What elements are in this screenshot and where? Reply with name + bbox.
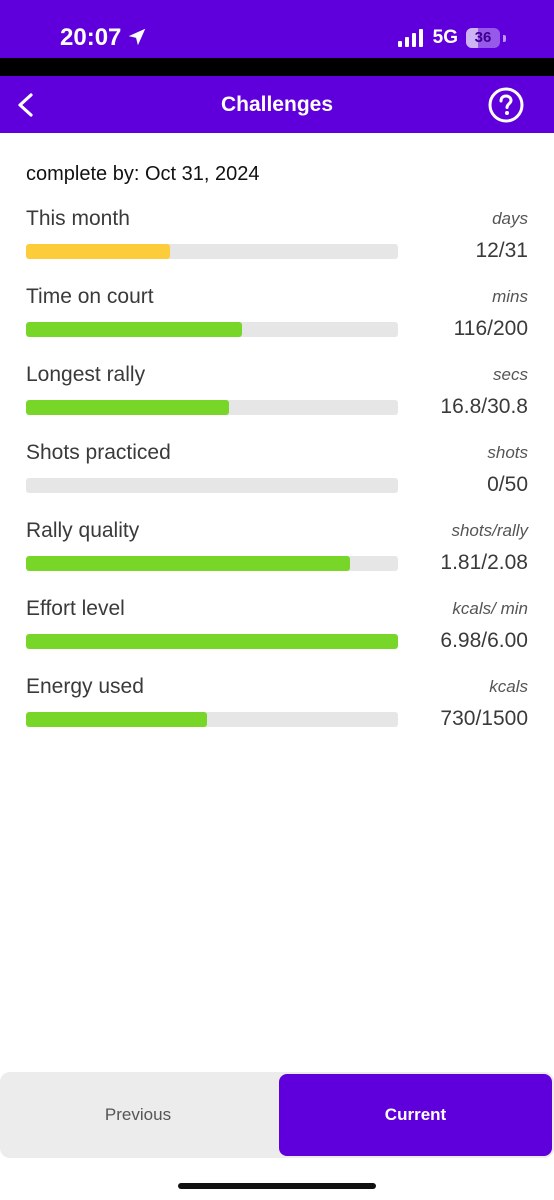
network-type: 5G: [432, 27, 458, 48]
metric-row: Longest rally secs 16.8/30.8: [26, 363, 528, 423]
metric-label: Shots practiced: [26, 441, 171, 464]
progress-fill: [26, 244, 170, 259]
metric-unit: shots: [487, 443, 528, 462]
metric-label: Energy used: [26, 675, 144, 698]
location-arrow-icon: [128, 28, 146, 46]
complete-by-date: complete by: Oct 31, 2024: [26, 163, 260, 185]
progress-fill: [26, 400, 229, 415]
metric-unit: kcals: [489, 677, 528, 696]
bottom-tab-bar: Previous Current: [0, 1072, 554, 1158]
tab-previous[interactable]: Previous: [0, 1072, 276, 1158]
metric-row: This month days 12/31: [26, 207, 528, 267]
progress-fill: [26, 712, 208, 727]
metric-row: Rally quality shots/rally 1.81/2.08: [26, 519, 528, 579]
metric-unit: days: [492, 209, 528, 228]
home-indicator: [178, 1183, 376, 1189]
header-divider: [0, 58, 554, 76]
metric-value: 6.98/6.00: [440, 629, 528, 652]
cellular-signal-icon: [397, 29, 423, 47]
metric-value: 730/1500: [440, 707, 528, 730]
progress-track: [26, 712, 398, 727]
battery-icon: 36: [466, 28, 500, 48]
metric-label: Rally quality: [26, 519, 140, 542]
metric-label: Time on court: [26, 285, 154, 308]
progress-track: [26, 556, 398, 571]
help-circle-icon[interactable]: [488, 87, 524, 123]
progress-fill: [26, 634, 398, 649]
metric-row: Effort level kcals/ min 6.98/6.00: [26, 597, 528, 657]
metric-value: 16.8/30.8: [440, 395, 528, 418]
metric-value: 12/31: [475, 239, 528, 262]
metric-value: 116/200: [453, 317, 528, 340]
metric-unit: secs: [493, 365, 528, 384]
metric-unit: kcals/ min: [452, 599, 528, 618]
metric-value: 0/50: [487, 473, 528, 496]
status-bar: 20:07 5G 36: [0, 0, 554, 58]
tab-current[interactable]: Current: [279, 1074, 552, 1156]
status-indicators: 5G 36: [397, 24, 506, 52]
progress-track: [26, 400, 398, 415]
progress-track: [26, 478, 398, 493]
metric-row: Time on court mins 116/200: [26, 285, 528, 345]
metric-row: Shots practiced shots 0/50: [26, 441, 528, 501]
page-title: Challenges: [220, 93, 334, 116]
nav-bar: Challenges: [0, 76, 554, 133]
progress-track: [26, 322, 398, 337]
progress-fill: [26, 556, 350, 571]
battery-cap: [503, 35, 506, 42]
status-time: 20:07: [60, 24, 122, 51]
metric-label: Effort level: [26, 597, 125, 620]
battery-percent: 36: [474, 29, 492, 46]
metric-unit: shots/rally: [451, 521, 528, 540]
metric-row: Energy used kcals 730/1500: [26, 675, 528, 735]
progress-track: [26, 244, 398, 259]
metric-label: This month: [26, 207, 130, 230]
metric-label: Longest rally: [26, 363, 146, 386]
metric-value: 1.81/2.08: [440, 551, 528, 574]
metric-unit: mins: [492, 287, 528, 306]
progress-fill: [26, 322, 242, 337]
progress-track: [26, 634, 398, 649]
